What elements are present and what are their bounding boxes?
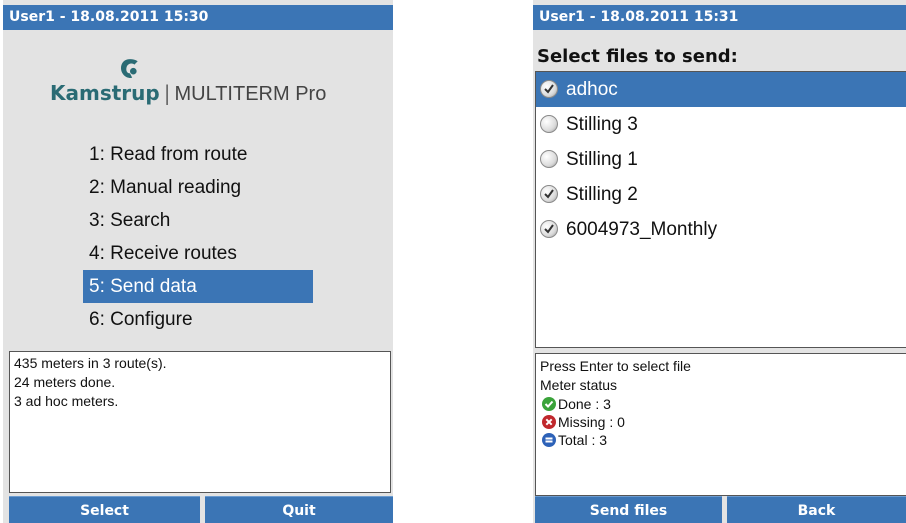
logo-separator: | — [163, 81, 171, 105]
file-name: Stilling 2 — [566, 184, 638, 205]
instruction-text: Press Enter to select file — [540, 358, 691, 374]
file-name: Stilling 3 — [566, 114, 638, 135]
file-list: adhoc Stilling 3 Stilling 1 Stilling 2 6… — [535, 71, 906, 348]
route-status-box: 435 meters in 3 route(s). 24 meters done… — [9, 351, 391, 493]
check-circle-icon — [542, 397, 556, 411]
back-button[interactable]: Back — [727, 496, 906, 523]
menu-item-search[interactable]: 3: Search — [83, 204, 313, 237]
page-title: Select files to send: — [537, 46, 738, 67]
done-status: Done : 3 — [540, 395, 906, 413]
status-line: 3 ad hoc meters. — [14, 393, 119, 409]
meter-status-box: Press Enter to select file Meter status … — [535, 353, 906, 496]
missing-status: Missing : 0 — [540, 413, 906, 431]
main-menu: 1: Read from route 2: Manual reading 3: … — [83, 138, 313, 336]
softkey-bar: Send files Back — [533, 496, 906, 523]
done-count: Done : 3 — [558, 396, 611, 412]
status-line: 24 meters done. — [14, 374, 116, 390]
menu-item-manual-reading[interactable]: 2: Manual reading — [83, 171, 313, 204]
softkey-bar: Select Quit — [3, 496, 393, 523]
file-row-stilling-3[interactable]: Stilling 3 — [536, 107, 906, 142]
checked-radio-icon[interactable] — [540, 220, 558, 238]
file-row-stilling-2[interactable]: Stilling 2 — [536, 177, 906, 212]
file-row-adhoc[interactable]: adhoc — [536, 72, 906, 107]
kamstrup-logo-icon — [120, 59, 138, 79]
status-line: 435 meters in 3 route(s). — [14, 355, 167, 371]
app-logo: Kamstrup | MULTITERM Pro — [3, 58, 393, 128]
x-circle-icon — [542, 415, 556, 429]
file-name: 6004973_Monthly — [566, 219, 718, 240]
equals-circle-icon — [542, 433, 556, 447]
menu-item-send-data[interactable]: 5: Send data — [83, 270, 313, 303]
logo-brand: Kamstrup — [50, 81, 160, 105]
file-row-6004973-monthly[interactable]: 6004973_Monthly — [536, 212, 906, 247]
unchecked-radio-icon[interactable] — [540, 115, 558, 133]
title-bar: User1 - 18.08.2011 15:30 — [3, 5, 393, 30]
file-name: adhoc — [566, 79, 618, 100]
send-files-button[interactable]: Send files — [535, 496, 722, 523]
select-button[interactable]: Select — [9, 496, 200, 523]
menu-item-receive-routes[interactable]: 4: Receive routes — [83, 237, 313, 270]
menu-item-read-from-route[interactable]: 1: Read from route — [83, 138, 313, 171]
logo-product: MULTITERM Pro — [174, 83, 327, 105]
menu-item-configure[interactable]: 6: Configure — [83, 303, 313, 336]
file-name: Stilling 1 — [566, 149, 638, 170]
meter-status-label: Meter status — [540, 377, 618, 393]
file-row-stilling-1[interactable]: Stilling 1 — [536, 142, 906, 177]
quit-button[interactable]: Quit — [205, 496, 393, 523]
send-files-screen: User1 - 18.08.2011 15:31 Select files to… — [533, 0, 906, 523]
checked-radio-icon[interactable] — [540, 80, 558, 98]
unchecked-radio-icon[interactable] — [540, 150, 558, 168]
checked-radio-icon[interactable] — [540, 185, 558, 203]
missing-count: Missing : 0 — [558, 414, 625, 430]
title-bar: User1 - 18.08.2011 15:31 — [533, 5, 906, 30]
total-status: Total : 3 — [540, 431, 906, 449]
main-menu-screen: User1 - 18.08.2011 15:30 Kamstrup | MULTIT… — [3, 0, 393, 523]
total-count: Total : 3 — [558, 432, 608, 448]
